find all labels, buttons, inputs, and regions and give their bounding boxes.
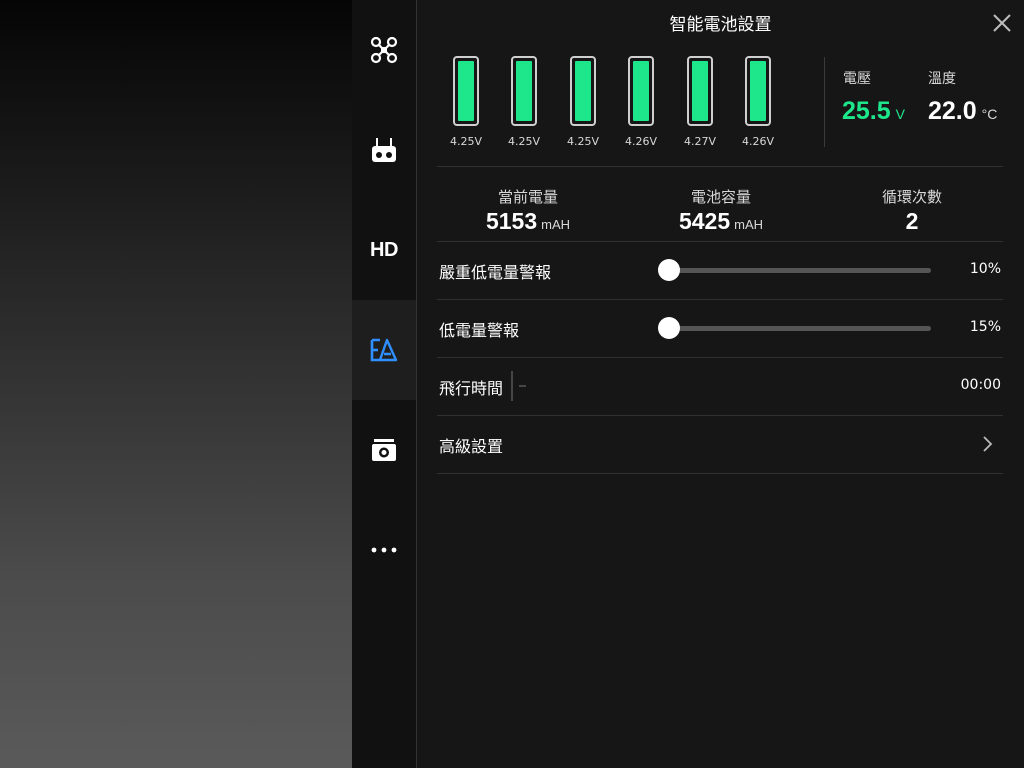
sidebar-item-more[interactable] <box>352 500 416 600</box>
capacity-label: 電池容量 <box>690 188 751 206</box>
temperature-unit: °C <box>981 106 998 122</box>
divider <box>437 166 1003 167</box>
temperature-label: 溫度 <box>928 71 956 87</box>
close-icon <box>993 14 1011 32</box>
voltage-label: 電壓 <box>843 71 871 87</box>
flight-time-bar-icon <box>511 371 526 401</box>
voltage-unit: V <box>895 106 906 122</box>
current-charge-unit: mAH <box>541 217 571 232</box>
close-button[interactable] <box>991 12 1013 34</box>
cell-voltage: 4.26V <box>741 135 775 148</box>
remote-controller-icon <box>372 138 396 162</box>
battery-cell: 4.25V <box>437 56 495 148</box>
capacity-unit: mAH <box>734 217 764 232</box>
cell-voltage: 4.25V <box>566 135 600 148</box>
advanced-settings-label: 高級設置 <box>439 437 504 456</box>
low-battery-label: 低電量警報 <box>439 321 520 340</box>
cell-voltage: 4.27V <box>683 135 717 148</box>
battery-settings-panel: 智能電池設置 4.25V 4.25V 4.25V 4.26V 4.27V 4.2… <box>417 0 1024 768</box>
cell-voltage: 4.26V <box>624 135 658 148</box>
voltage-readout: 25.5 V <box>842 97 905 126</box>
battery-cell: 4.25V <box>554 56 612 148</box>
flight-time-row: 飛行時間 00:00 <box>437 357 1003 415</box>
panel-title: 智能電池設置 <box>669 15 772 35</box>
temperature-readout: 22.0 °C <box>928 97 997 126</box>
battery-cell: 4.27V <box>671 56 729 148</box>
hd-label: HD <box>370 238 398 261</box>
slider-thumb[interactable] <box>658 259 680 281</box>
cells-divider <box>824 57 825 147</box>
battery-settings-icon <box>370 338 398 362</box>
critical-low-battery-slider[interactable] <box>658 259 931 281</box>
flight-time-label: 飛行時間 <box>439 379 504 398</box>
current-charge-readout: 5153 mAH <box>438 208 618 238</box>
divider <box>437 473 1003 474</box>
battery-cell: 4.26V <box>612 56 670 148</box>
slider-thumb[interactable] <box>658 317 680 339</box>
cell-voltage: 4.25V <box>507 135 541 148</box>
chevron-right-icon <box>983 436 993 452</box>
advanced-settings-row[interactable]: 高級設置 <box>437 415 1003 473</box>
critical-low-battery-row: 嚴重低電量警報 10% <box>437 241 1003 299</box>
more-dots-icon <box>371 547 397 553</box>
critical-low-battery-value: 10% <box>969 261 1001 277</box>
battery-cells: 4.25V 4.25V 4.25V 4.26V 4.27V 4.26V <box>437 56 797 156</box>
cell-icon <box>511 56 537 126</box>
sidebar-item-camera[interactable] <box>352 400 416 500</box>
capacity-stat: 電池容量 5425 mAH <box>631 186 811 238</box>
drone-icon <box>370 36 398 64</box>
cell-icon <box>745 56 771 126</box>
current-charge-label: 當前電量 <box>497 188 558 206</box>
cycles-value: 2 <box>905 208 919 234</box>
flight-time-value: 00:00 <box>960 377 1001 393</box>
cell-icon <box>570 56 596 126</box>
low-battery-value: 15% <box>969 319 1001 335</box>
sidebar-item-aircraft[interactable] <box>352 0 416 100</box>
capacity-value: 5425 <box>678 208 731 234</box>
cell-icon <box>687 56 713 126</box>
current-charge-stat: 當前電量 5153 mAH <box>438 186 618 238</box>
sidebar-item-remote-controller[interactable] <box>352 100 416 200</box>
critical-low-battery-label: 嚴重低電量警報 <box>439 263 552 282</box>
current-charge-value: 5153 <box>485 208 538 234</box>
cell-icon <box>453 56 479 126</box>
sidebar-item-hd[interactable]: HD <box>352 200 416 300</box>
battery-cell: 4.25V <box>495 56 553 148</box>
cycles-label: 循環次數 <box>881 188 942 206</box>
capacity-readout: 5425 mAH <box>631 208 811 238</box>
sidebar-item-battery[interactable] <box>352 300 416 400</box>
camera-view-background <box>0 0 352 768</box>
settings-sidebar: HD <box>352 0 416 768</box>
low-battery-slider[interactable] <box>658 317 931 339</box>
cell-voltage: 4.25V <box>449 135 483 148</box>
battery-cell: 4.26V <box>729 56 787 148</box>
temperature-value: 22.0 <box>928 97 977 125</box>
cycles-stat: 循環次數 2 <box>822 186 1002 234</box>
cell-icon <box>628 56 654 126</box>
camera-icon <box>372 439 396 461</box>
low-battery-row: 低電量警報 15% <box>437 299 1003 357</box>
voltage-value: 25.5 <box>842 97 891 125</box>
